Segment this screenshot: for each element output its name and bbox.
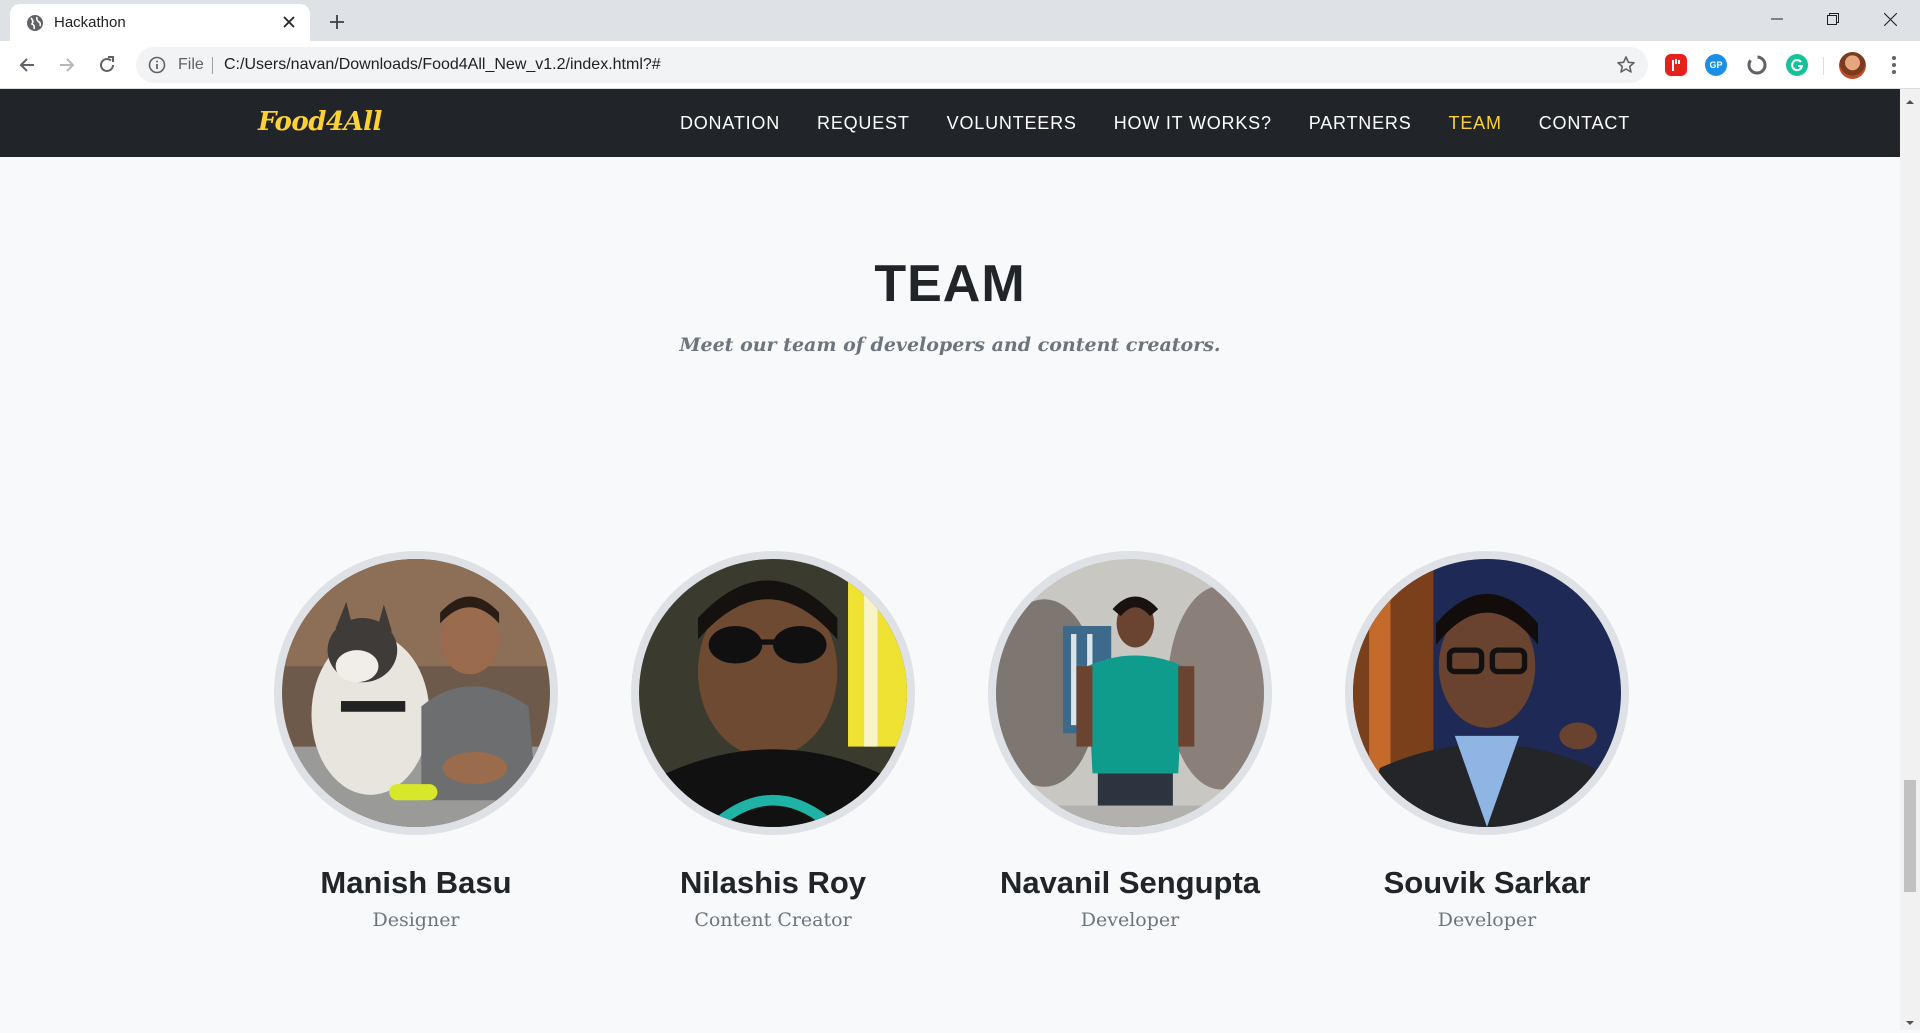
omnibox-divider: [212, 57, 213, 74]
nav-link-volunteers[interactable]: VOLUNTEERS: [947, 113, 1077, 134]
nav-link-team[interactable]: TEAM: [1449, 113, 1502, 134]
nav-link-donation[interactable]: DONATION: [680, 113, 780, 134]
new-tab-button[interactable]: [324, 9, 350, 35]
nav-link-request[interactable]: REQUEST: [817, 113, 910, 134]
restore-window-button[interactable]: [1805, 0, 1861, 38]
member-photo: [1345, 551, 1629, 835]
kebab-menu-icon[interactable]: [1884, 53, 1904, 77]
page-scrollbar[interactable]: [1900, 89, 1920, 1030]
back-button[interactable]: [13, 51, 41, 79]
star-bookmark-icon[interactable]: [1616, 55, 1636, 75]
member-role: Designer: [372, 909, 460, 931]
address-bar[interactable]: File C:/Users/navan/Downloads/Food4All_N…: [136, 47, 1648, 83]
member-photo: [631, 551, 915, 835]
section-subheading: Meet our team of developers and content …: [679, 334, 1221, 356]
brand-logo[interactable]: Food4All: [258, 107, 382, 137]
profile-avatar[interactable]: [1839, 52, 1866, 79]
member-role: Developer: [1437, 909, 1537, 931]
toolbar-divider: [1823, 57, 1824, 75]
team-member: Nilashis Roy Content Creator: [631, 551, 915, 931]
tab-title: Hackathon: [54, 14, 126, 31]
gp-extension-icon[interactable]: GP: [1705, 54, 1727, 76]
sync-extension-icon[interactable]: [1746, 54, 1768, 76]
member-name: Navanil Sengupta: [999, 865, 1261, 900]
scrollbar-thumb[interactable]: [1904, 780, 1916, 892]
browser-tab[interactable]: Hackathon: [10, 4, 310, 41]
minimize-window-button[interactable]: [1749, 0, 1805, 38]
close-window-button[interactable]: [1862, 0, 1918, 38]
nav-link-partners[interactable]: PARTNERS: [1309, 113, 1412, 134]
scroll-down-arrow-icon[interactable]: [1905, 1015, 1915, 1025]
scheme-label: File: [178, 56, 204, 73]
member-name: Souvik Sarkar: [1383, 865, 1591, 900]
team-member: Souvik Sarkar Developer: [1345, 551, 1629, 931]
grammarly-extension-icon[interactable]: [1786, 54, 1808, 76]
member-name: Manish Basu: [320, 865, 512, 900]
browser-tab-strip: Hackathon: [0, 0, 1920, 41]
team-member: Manish Basu Designer: [274, 551, 558, 931]
forward-button[interactable]: [53, 51, 81, 79]
site-navbar: Food4All DONATION REQUEST VOLUNTEERS HOW IT…: [0, 89, 1900, 157]
member-photo: [988, 551, 1272, 835]
browser-toolbar: File C:/Users/navan/Downloads/Food4All_N…: [0, 41, 1920, 89]
page-viewport: Food4All DONATION REQUEST VOLUNTEERS HOW IT…: [0, 89, 1900, 1030]
team-member: Navanil Sengupta Developer: [988, 551, 1272, 931]
info-icon[interactable]: [148, 56, 166, 74]
member-role: Developer: [1080, 909, 1180, 931]
reload-button[interactable]: [93, 51, 121, 79]
close-tab-icon[interactable]: [278, 11, 300, 33]
nav-link-how-it-works[interactable]: HOW IT WORKS?: [1114, 113, 1272, 134]
adblock-extension-icon[interactable]: [1665, 54, 1687, 76]
nav-link-contact[interactable]: CONTACT: [1539, 113, 1630, 134]
nav-links: DONATION REQUEST VOLUNTEERS HOW IT WORKS? PA…: [643, 89, 1630, 157]
member-role: Content Creator: [694, 909, 852, 931]
member-photo: [274, 551, 558, 835]
globe-icon: [26, 14, 44, 32]
section-heading: TEAM: [874, 255, 1026, 313]
url-text[interactable]: C:/Users/navan/Downloads/Food4All_New_v1…: [224, 56, 661, 74]
scroll-up-arrow-icon[interactable]: [1905, 94, 1915, 104]
member-name: Nilashis Roy: [679, 865, 867, 900]
